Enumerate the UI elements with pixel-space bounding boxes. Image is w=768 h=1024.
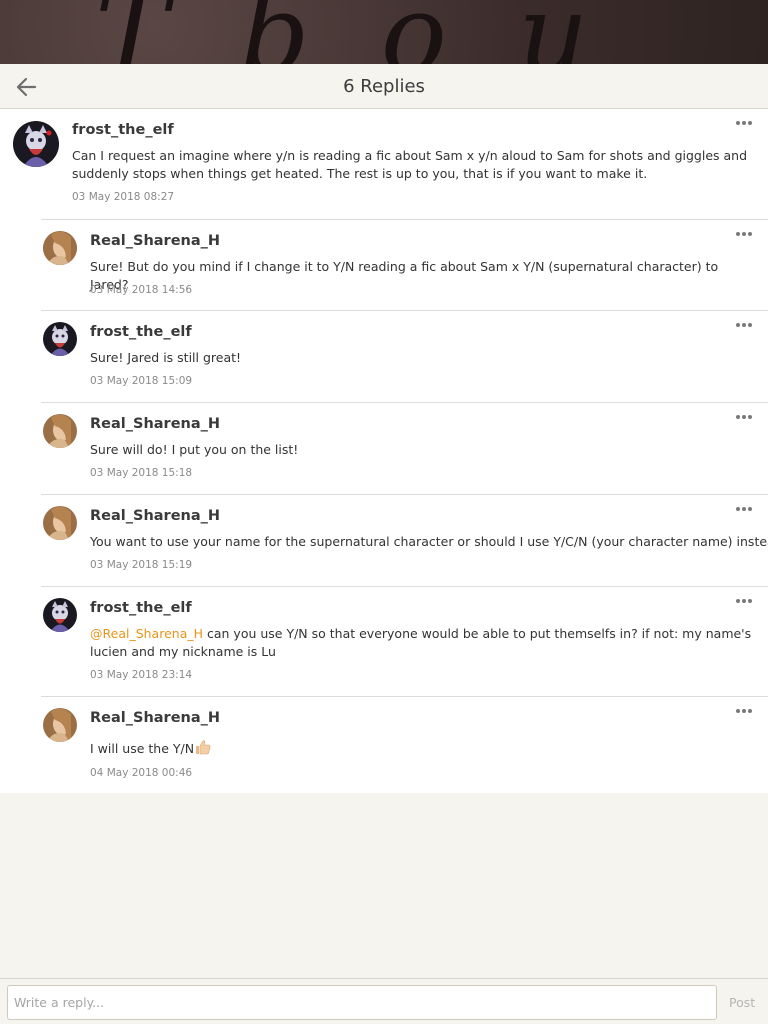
thumbs-up-icon (196, 740, 211, 755)
avatar[interactable] (43, 414, 77, 448)
more-options-button[interactable] (736, 507, 756, 517)
comment-text-body: I will use the Y/N (90, 741, 195, 756)
more-options-button[interactable] (736, 323, 756, 333)
more-options-button[interactable] (736, 121, 756, 131)
comment-timestamp: 03 May 2018 15:09 (90, 375, 193, 387)
banner-decoration: T b o u (95, 0, 607, 64)
more-options-button[interactable] (736, 415, 756, 425)
mention-link[interactable]: @Real_Sharena_H (90, 626, 203, 641)
comment-text: Sure! Jared is still great! (90, 350, 242, 365)
comment-text: You want to use your name for the supern… (90, 534, 768, 549)
comment-item: Real_Sharena_H Sure! But do you mind if … (41, 219, 768, 311)
comment-item: frost_the_elf Can I request an imagine w… (0, 109, 768, 219)
comment-timestamp: 03 May 2018 23:14 (90, 669, 193, 681)
comment-item: Real_Sharena_H Sure will do! I put you o… (41, 403, 768, 495)
comment-text: @Real_Sharena_H can you use Y/N so that … (90, 625, 768, 661)
replies-list: frost_the_elf Can I request an imagine w… (0, 109, 768, 793)
comment-item: Real_Sharena_H You want to use your name… (41, 495, 768, 587)
reply-bar: Post (0, 978, 768, 1024)
avatar[interactable] (43, 506, 77, 540)
username[interactable]: Real_Sharena_H (90, 416, 220, 432)
avatar[interactable] (43, 231, 77, 265)
reply-input[interactable] (7, 985, 717, 1020)
avatar[interactable] (43, 598, 77, 632)
username[interactable]: frost_the_elf (90, 600, 192, 616)
comment-timestamp: 03 May 2018 14:56 (90, 284, 193, 296)
page-title: 6 Replies (343, 76, 425, 97)
comment-text: Can I request an imagine where y/n is re… (72, 148, 748, 181)
username[interactable]: Real_Sharena_H (90, 233, 220, 249)
username[interactable]: Real_Sharena_H (90, 508, 220, 524)
avatar[interactable] (43, 708, 77, 742)
comment-timestamp: 03 May 2018 15:18 (90, 467, 193, 479)
username[interactable]: frost_the_elf (72, 122, 174, 138)
comment-item: frost_the_elf @Real_Sharena_H can you us… (41, 587, 768, 697)
comment-item: frost_the_elf Sure! Jared is still great… (41, 311, 768, 403)
comment-timestamp: 04 May 2018 00:46 (90, 767, 193, 779)
more-options-button[interactable] (736, 709, 756, 719)
header-bar: 6 Replies (0, 64, 768, 109)
comment-timestamp: 03 May 2018 08:27 (72, 191, 175, 203)
more-options-button[interactable] (736, 599, 756, 609)
more-options-button[interactable] (736, 232, 756, 242)
avatar[interactable] (13, 121, 59, 167)
avatar[interactable] (43, 322, 77, 356)
comment-text: Sure will do! I put you on the list! (90, 442, 299, 457)
comment-text: I will use the Y/N (90, 739, 760, 758)
username[interactable]: frost_the_elf (90, 324, 192, 340)
comment-item: Real_Sharena_H I will use the Y/N 04 May… (41, 697, 768, 793)
comment-timestamp: 03 May 2018 15:19 (90, 559, 193, 571)
username[interactable]: Real_Sharena_H (90, 710, 220, 726)
post-button[interactable]: Post (729, 995, 755, 1010)
cover-banner: T b o u (0, 0, 768, 64)
